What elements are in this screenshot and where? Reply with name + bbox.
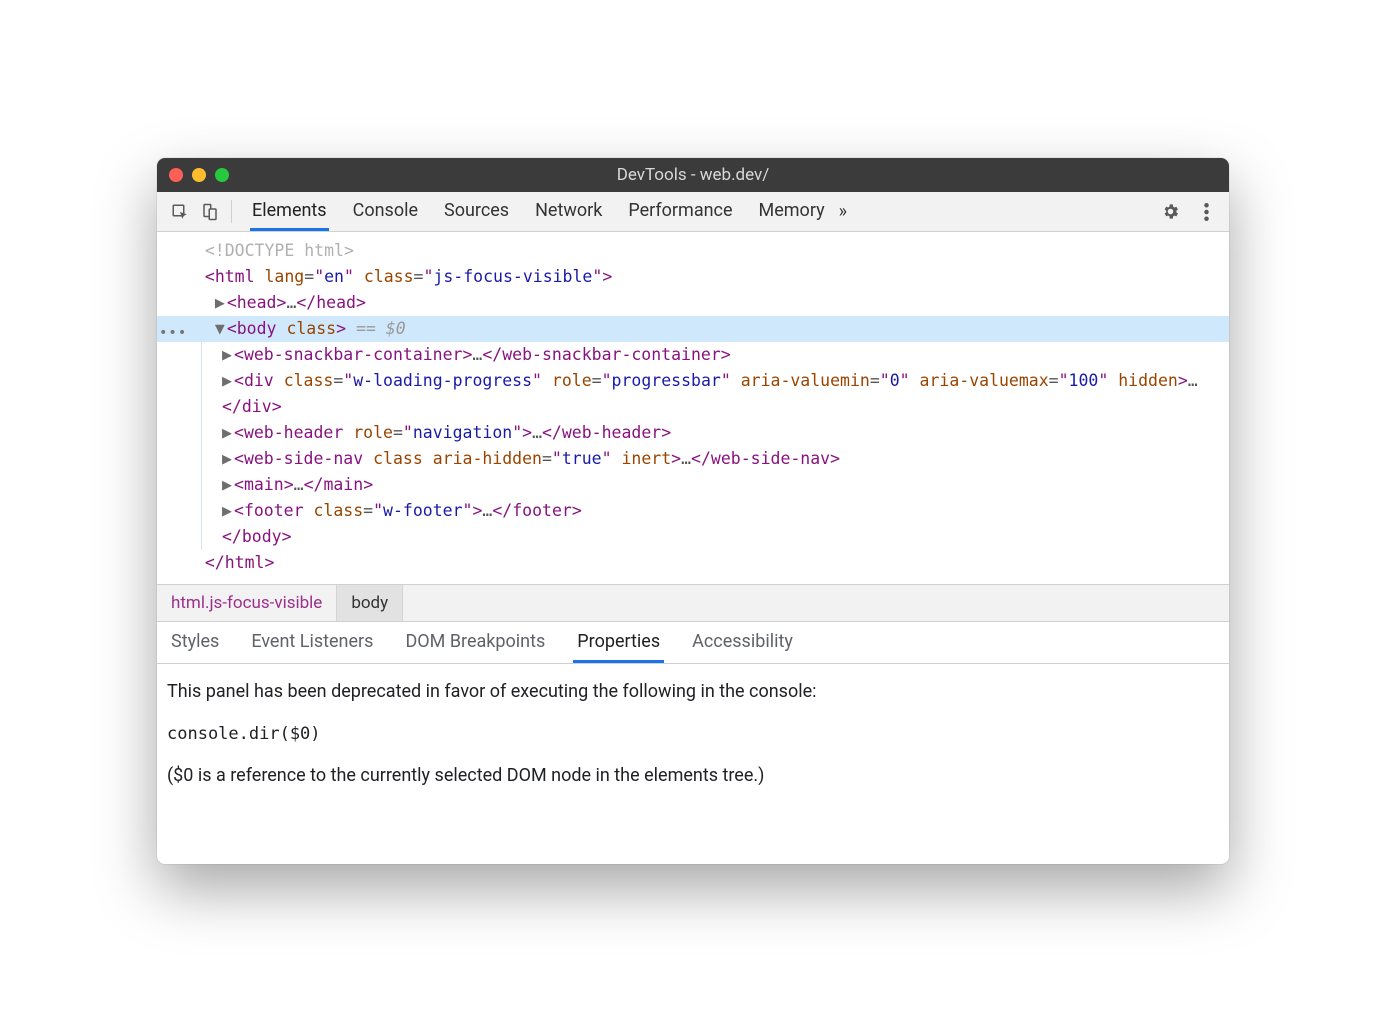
settings-icon[interactable] [1155, 202, 1185, 221]
subtab-dom-breakpoints[interactable]: DOM Breakpoints [401, 622, 549, 663]
traffic-lights [169, 168, 229, 182]
device-toolbar-icon[interactable] [195, 192, 225, 231]
tab-elements[interactable]: Elements [250, 192, 329, 231]
tab-performance[interactable]: Performance [626, 192, 734, 231]
breadcrumb: html.js-focus-visiblebody [157, 584, 1229, 622]
tab-sources[interactable]: Sources [442, 192, 511, 231]
tab-network[interactable]: Network [533, 192, 604, 231]
close-window-button[interactable] [169, 168, 183, 182]
subtab-styles[interactable]: Styles [167, 622, 223, 663]
dom-html-open[interactable]: <html lang="en" class="js-focus-visible"… [157, 264, 1229, 290]
subtab-accessibility[interactable]: Accessibility [688, 622, 797, 663]
tab-console[interactable]: Console [351, 192, 420, 231]
deprecation-message: This panel has been deprecated in favor … [167, 678, 1219, 707]
dom-node[interactable]: ▶<web-snackbar-container>…</web-snackbar… [208, 342, 1229, 368]
breadcrumb-item[interactable]: body [337, 585, 403, 621]
main-tabs: Elements Console Sources Network Performance… [238, 192, 827, 231]
dom-body-selected[interactable]: ••• ▼<body class> == $0 [157, 316, 1229, 342]
more-tabs-button[interactable]: » [827, 192, 859, 231]
window-title: DevTools - web.dev/ [157, 165, 1229, 185]
dom-tree[interactable]: <!DOCTYPE html> <html lang="en" class="j… [157, 232, 1229, 584]
dom-body-close[interactable]: </body> [208, 524, 1229, 550]
dom-node[interactable]: ▶<footer class="w-footer">…</footer> [208, 498, 1229, 524]
tab-memory[interactable]: Memory [757, 192, 827, 231]
titlebar: DevTools - web.dev/ [157, 158, 1229, 192]
dom-head[interactable]: ▶<head>…</head> [157, 290, 1229, 316]
inspect-element-icon[interactable] [165, 192, 195, 231]
subtab-event-listeners[interactable]: Event Listeners [247, 622, 377, 663]
separator [231, 200, 232, 223]
maximize-window-button[interactable] [215, 168, 229, 182]
deprecation-code: console.dir($0) [167, 721, 1219, 748]
dom-node[interactable]: ▶<main>…</main> [208, 472, 1229, 498]
dom-node[interactable]: ▶<div class="w-loading-progress" role="p… [208, 368, 1229, 420]
breadcrumb-item[interactable]: html.js-focus-visible [157, 585, 337, 621]
dom-body-children: ▶<web-snackbar-container>…</web-snackbar… [201, 342, 1229, 550]
dom-html-close[interactable]: </html> [157, 550, 1229, 576]
properties-panel: This panel has been deprecated in favor … [157, 664, 1229, 864]
deprecation-note: ($0 is a reference to the currently sele… [167, 762, 1219, 791]
subtab-properties[interactable]: Properties [573, 622, 664, 663]
dom-doctype[interactable]: <!DOCTYPE html> [157, 238, 1229, 264]
subtabs: Styles Event Listeners DOM Breakpoints Prop… [157, 622, 1229, 664]
dom-node[interactable]: ▶<web-header role="navigation">…</web-he… [208, 420, 1229, 446]
kebab-menu-icon[interactable] [1191, 203, 1221, 221]
devtools-window: DevTools - web.dev/ Elements Console Sourc… [157, 158, 1229, 864]
dom-node[interactable]: ▶<web-side-nav class aria-hidden="true" … [208, 446, 1229, 472]
toolbar: Elements Console Sources Network Performance… [157, 192, 1229, 232]
minimize-window-button[interactable] [192, 168, 206, 182]
